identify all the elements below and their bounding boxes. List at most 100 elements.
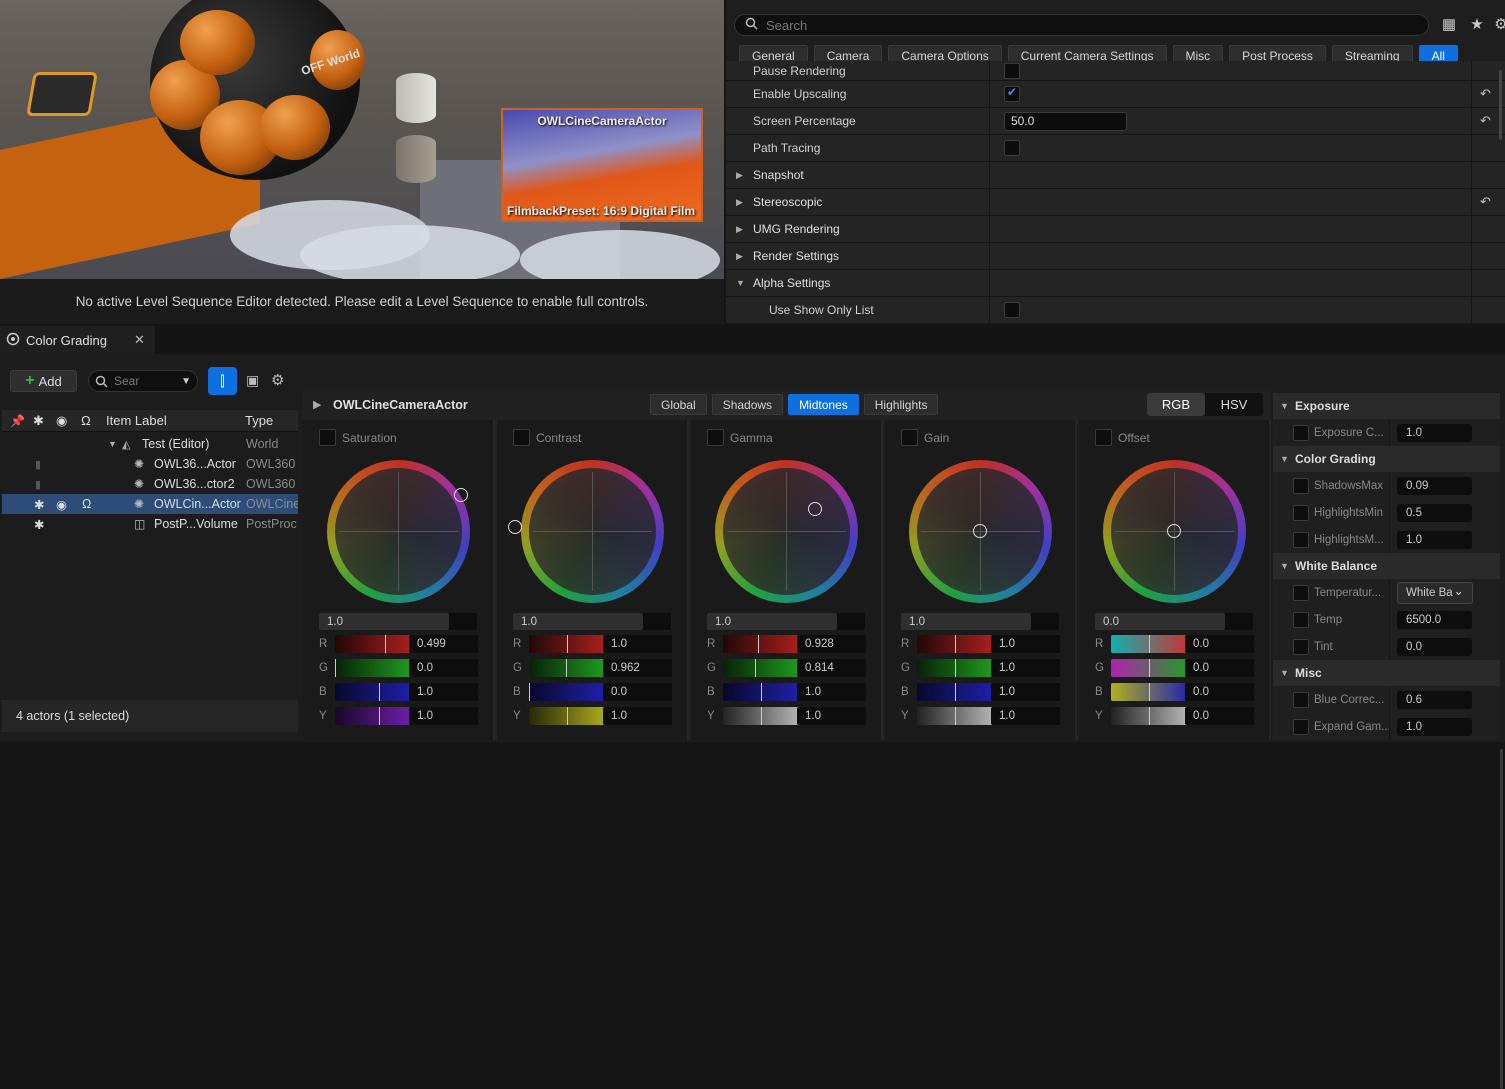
channel-value[interactable]: 1.0 [409, 683, 478, 701]
color-wheel[interactable] [909, 460, 1052, 603]
reset-icon[interactable]: ↶ [1480, 113, 1491, 129]
enable-checkbox[interactable] [513, 429, 530, 446]
level-viewport[interactable]: OFF World OWLCineCameraActor FilmbackPre… [0, 0, 724, 279]
outliner-row[interactable]: ▮ ✺ OWL36...Actor OWL360 [2, 454, 298, 474]
channel-slider[interactable] [529, 635, 608, 653]
channel-slider[interactable] [335, 635, 414, 653]
override-checkbox[interactable] [1293, 584, 1309, 601]
channel-slider[interactable] [723, 683, 802, 701]
color-wheel[interactable] [1103, 460, 1246, 603]
channel-slider[interactable] [917, 659, 996, 677]
channel-value[interactable]: 1.0 [603, 635, 672, 653]
channel-value[interactable]: 1.0 [603, 707, 672, 725]
channel-slider[interactable] [529, 659, 608, 677]
channel-slider[interactable] [723, 707, 802, 725]
property-checkbox[interactable] [1004, 302, 1020, 318]
channel-slider[interactable] [723, 659, 802, 677]
gear-icon[interactable]: ⚙ [1492, 15, 1505, 33]
enable-checkbox[interactable] [707, 429, 724, 446]
chevron-right-icon[interactable]: ▶ [736, 170, 743, 181]
reset-icon[interactable]: ↶ [1480, 86, 1491, 102]
star-icon[interactable]: ★ [1468, 15, 1486, 33]
channel-slider[interactable] [1111, 635, 1190, 653]
luminance-slider[interactable]: 1.0 [319, 613, 477, 630]
property-value-field[interactable]: 1.0 [1397, 423, 1472, 442]
luminance-slider[interactable]: 0.0 [1095, 613, 1253, 630]
channel-value[interactable]: 1.0 [409, 707, 478, 725]
property-row[interactable]: ▶ Render Settings [726, 243, 1505, 270]
property-row[interactable]: ▼ Alpha Settings [726, 270, 1505, 297]
outliner-search-input[interactable]: Sear ▼ [88, 370, 198, 392]
property-checkbox[interactable] [1004, 140, 1020, 156]
favorite-icon[interactable]: ✱ [33, 413, 44, 429]
channel-value[interactable]: 0.962 [603, 659, 672, 677]
cylinder-mesh[interactable] [396, 135, 436, 183]
mode-tab-rgb[interactable]: RGB [1147, 393, 1205, 416]
column-item-label[interactable]: Item Label [106, 413, 167, 428]
chevron-right-icon[interactable]: ▶ [736, 197, 743, 208]
channel-slider[interactable] [1111, 659, 1190, 677]
channel-slider[interactable] [917, 683, 996, 701]
property-row[interactable]: ▶ Snapshot [726, 162, 1505, 189]
luminance-slider[interactable]: 1.0 [707, 613, 865, 630]
chevron-down-icon[interactable]: ▼ [1280, 561, 1289, 571]
channel-value[interactable]: 0.0 [409, 659, 478, 677]
range-tab-global[interactable]: Global [650, 394, 707, 415]
channel-value[interactable]: 1.0 [797, 683, 866, 701]
channel-slider[interactable] [917, 707, 996, 725]
channel-slider[interactable] [529, 683, 608, 701]
range-tab-shadows[interactable]: Shadows [711, 394, 784, 415]
channel-value[interactable]: 1.0 [991, 683, 1060, 701]
headphones-icon[interactable]: Ω [82, 497, 91, 511]
channel-value[interactable]: 0.0 [1185, 635, 1254, 653]
wheel-knob[interactable] [1167, 524, 1181, 538]
range-tab-highlights[interactable]: Highlights [863, 394, 939, 415]
chevron-down-icon[interactable]: ▼ [1280, 401, 1289, 411]
white-balance-dropdown[interactable]: White Ba ⌄ [1397, 581, 1473, 604]
eye-icon[interactable]: ◉ [56, 497, 67, 512]
chevron-right-icon[interactable]: ▶ [736, 224, 743, 235]
pin-icon[interactable]: 📌 [10, 414, 25, 428]
property-row[interactable]: Screen Percentage 50.0 ↶ [726, 108, 1505, 135]
channel-value[interactable]: 0.499 [409, 635, 478, 653]
tab-color-grading[interactable]: Color Grading [0, 326, 155, 354]
enable-checkbox[interactable] [1095, 429, 1112, 446]
channel-value[interactable]: 0.0 [1185, 683, 1254, 701]
channel-value[interactable]: 0.0 [603, 683, 672, 701]
channel-slider[interactable] [917, 635, 996, 653]
section-exposure[interactable]: ▼ Exposure [1273, 393, 1500, 419]
wheel-knob[interactable] [808, 502, 822, 516]
wheel-knob[interactable] [973, 524, 987, 538]
chevron-down-icon[interactable]: ▼ [1280, 454, 1289, 464]
override-checkbox[interactable] [1293, 691, 1309, 708]
color-wheel[interactable] [327, 460, 470, 603]
channel-value[interactable]: 0.814 [797, 659, 866, 677]
gear-icon[interactable]: ⚙ [271, 371, 284, 389]
mode-tab-hsv[interactable]: HSV [1205, 393, 1263, 416]
scrollbar[interactable] [1499, 70, 1502, 140]
add-button[interactable]: + Add [10, 370, 77, 392]
property-row[interactable]: ▶ UMG Rendering [726, 216, 1505, 243]
range-tab-midtones[interactable]: Midtones [788, 394, 859, 415]
property-checkbox[interactable] [1004, 62, 1020, 79]
property-row[interactable]: Enable Upscaling ↶ [726, 81, 1505, 108]
property-number-field[interactable]: 50.0 [1004, 111, 1127, 131]
channel-slider[interactable] [335, 707, 414, 725]
reset-icon[interactable]: ↶ [1480, 194, 1491, 210]
camera-actor-icon[interactable] [26, 72, 98, 116]
chevron-down-icon[interactable]: ▼ [181, 376, 191, 387]
eye-icon[interactable]: ◉ [56, 413, 67, 429]
outliner-row[interactable]: ▮ ✺ OWL36...ctor2 OWL360 [2, 474, 298, 494]
table-view-icon[interactable]: ▦ [1440, 15, 1458, 33]
channel-value[interactable]: 0.0 [1185, 707, 1254, 725]
luminance-slider[interactable]: 1.0 [513, 613, 671, 630]
channel-slider[interactable] [529, 707, 608, 725]
property-value-field[interactable]: 0.6 [1397, 690, 1472, 709]
chevron-right-icon[interactable]: ▶ [736, 251, 743, 262]
luminance-slider[interactable]: 1.0 [901, 613, 1059, 630]
enable-checkbox[interactable] [901, 429, 918, 446]
override-checkbox[interactable] [1293, 718, 1309, 735]
override-checkbox[interactable] [1293, 531, 1309, 548]
override-checkbox[interactable] [1293, 424, 1309, 441]
channel-value[interactable]: 0.0 [1185, 659, 1254, 677]
